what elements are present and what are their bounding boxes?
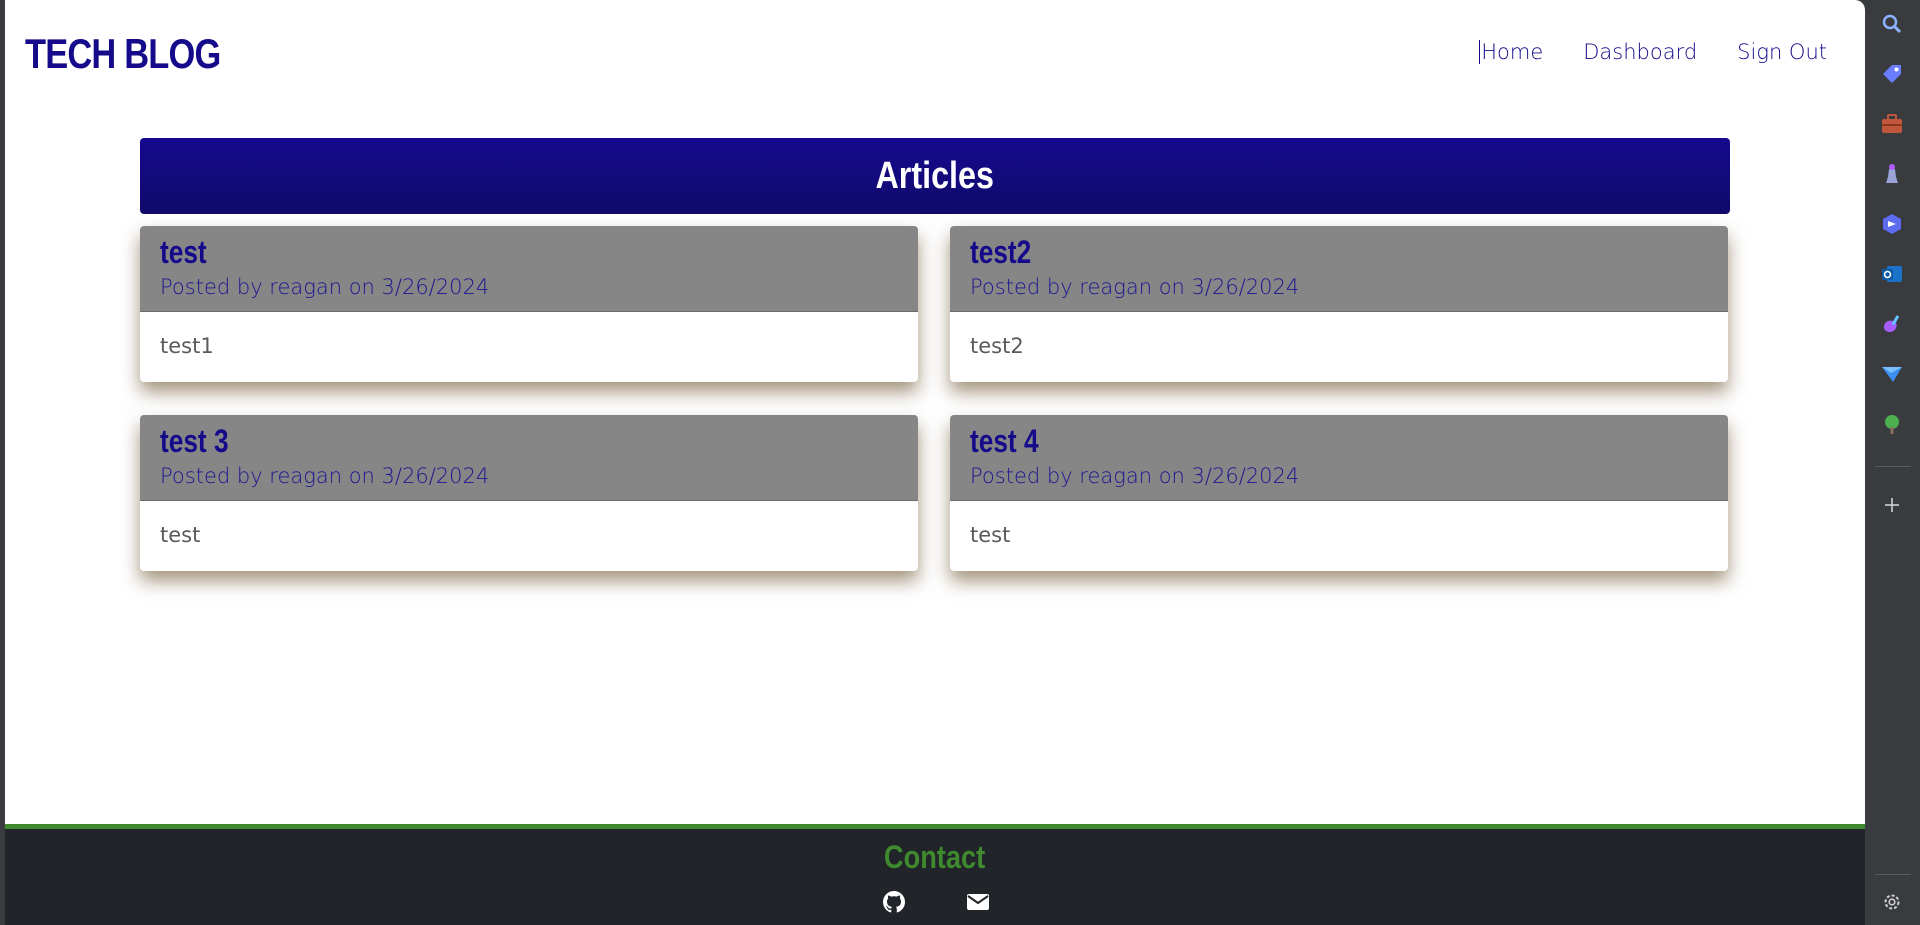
envelope-icon[interactable]: [967, 891, 989, 913]
navbar: TECH BLOG Home Dashboard Sign Out: [5, 0, 1865, 106]
send-icon[interactable]: [1880, 362, 1904, 386]
articles-heading: Articles: [875, 154, 995, 197]
copilot-icon[interactable]: [1880, 212, 1904, 236]
article-meta: Posted by reagan on 3/26/2024: [160, 464, 490, 488]
article-card-header: [950, 226, 1728, 312]
article-meta: Posted by reagan on 3/26/2024: [970, 275, 1300, 299]
browser-side-rail: [1865, 0, 1920, 925]
article-card-header: [950, 415, 1728, 501]
tag-icon[interactable]: [1880, 62, 1904, 86]
article-meta: Posted by reagan on 3/26/2024: [970, 464, 1300, 488]
nav-link-home[interactable]: Home: [1479, 40, 1543, 64]
side-rail-divider: [1875, 874, 1911, 875]
article-title[interactable]: test 4: [970, 423, 1039, 460]
article-title[interactable]: test2: [970, 234, 1031, 271]
article-meta: Posted by reagan on 3/26/2024: [160, 275, 490, 299]
article-title[interactable]: test 3: [160, 423, 229, 460]
site-brand[interactable]: TECH BLOG: [25, 30, 221, 78]
article-body: test2: [970, 334, 1024, 358]
search-icon[interactable]: [1880, 12, 1904, 36]
footer: Contact: [5, 824, 1865, 925]
contact-heading-text: Contact: [884, 839, 986, 875]
article-body: test: [160, 523, 201, 547]
nav-link-sign-out[interactable]: Sign Out: [1737, 40, 1827, 64]
add-icon[interactable]: [1880, 493, 1904, 517]
article-body: test1: [160, 334, 214, 358]
article-title[interactable]: test: [160, 234, 207, 271]
article-card[interactable]: test 3 Posted by reagan on 3/26/2024 tes…: [140, 415, 918, 571]
paint-icon[interactable]: [1880, 312, 1904, 336]
article-body: test: [970, 523, 1011, 547]
article-card[interactable]: test Posted by reagan on 3/26/2024 test1: [140, 226, 918, 382]
github-icon[interactable]: [883, 891, 905, 913]
article-card-header: [140, 226, 918, 312]
tree-icon[interactable]: [1880, 412, 1904, 436]
settings-icon[interactable]: [1880, 890, 1904, 914]
nav-links: Home Dashboard Sign Out: [1479, 40, 1827, 64]
nav-link-dashboard[interactable]: Dashboard: [1583, 40, 1697, 64]
outlook-icon[interactable]: [1880, 262, 1904, 286]
article-card[interactable]: test2 Posted by reagan on 3/26/2024 test…: [950, 226, 1728, 382]
briefcase-icon[interactable]: [1880, 112, 1904, 136]
articles-banner: Articles: [140, 138, 1730, 214]
browser-page: TECH BLOG Home Dashboard Sign Out Articl…: [5, 0, 1865, 925]
chess-icon[interactable]: [1880, 162, 1904, 186]
article-card[interactable]: test 4 Posted by reagan on 3/26/2024 tes…: [950, 415, 1728, 571]
contact-heading: Contact: [5, 839, 1865, 876]
article-card-header: [140, 415, 918, 501]
side-rail-divider: [1875, 466, 1911, 467]
